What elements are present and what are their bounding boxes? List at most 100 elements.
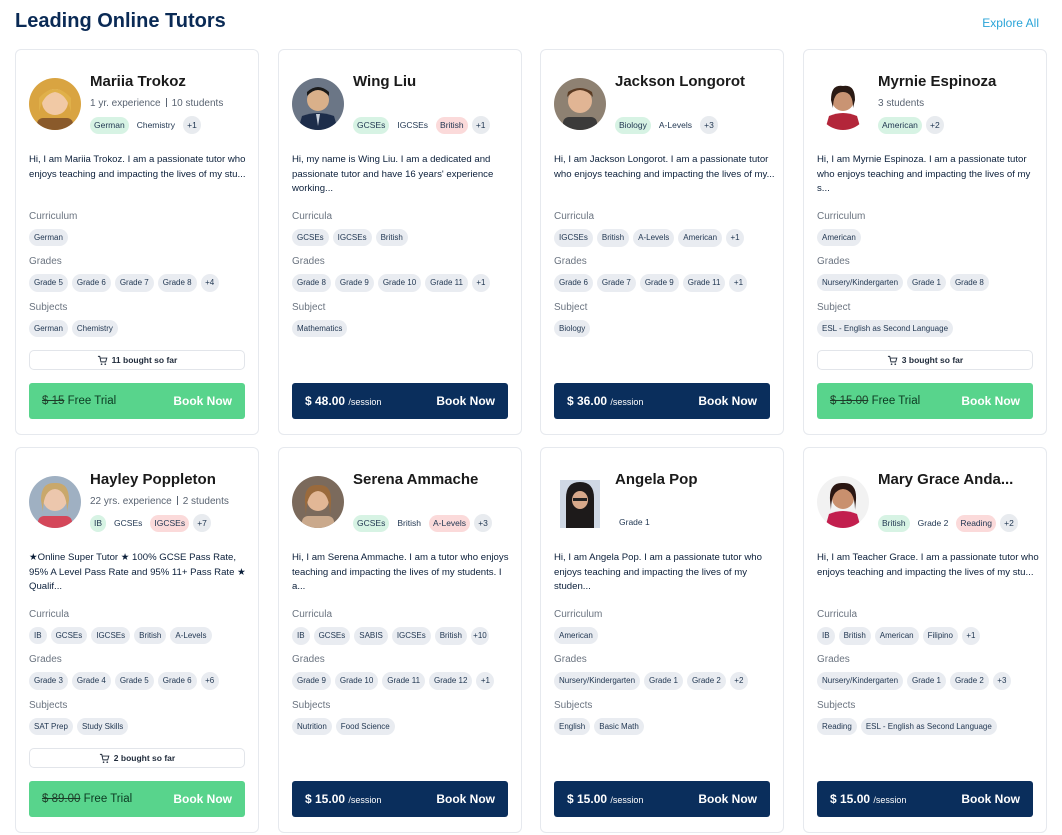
grades-label: Grades (29, 654, 62, 665)
tutor-card[interactable]: Hayley Poppleton 22 yrs. experience 2 stu… (15, 447, 259, 833)
subjects-chips: Biology (554, 320, 591, 337)
more-tags-badge[interactable]: +2 (925, 116, 944, 134)
tutor-card[interactable]: Angela Pop Grade 1 Hi, I am Angela Pop. … (540, 447, 784, 833)
chip: Study Skills (76, 718, 129, 735)
more-tags-badge[interactable]: +1 (182, 116, 201, 134)
curriculum-chips: American (554, 627, 598, 644)
chip: Grade 1 (907, 274, 946, 291)
chip: IGCSEs (391, 627, 431, 645)
free-trial-label: Free Trial (83, 793, 133, 805)
tutor-name[interactable]: Wing Liu (353, 73, 513, 90)
subjects-label: Subject (554, 302, 588, 313)
book-now-button[interactable]: $ 15.00 /session Book Now (292, 781, 508, 817)
avatar (554, 78, 606, 130)
tutor-name[interactable]: Angela Pop (615, 471, 775, 488)
bought-count: 3 bought so far (817, 350, 1033, 370)
chip: A-Levels (170, 627, 212, 644)
top-tags: GCSEs IGCSEs British +1 (353, 116, 490, 134)
chip: IGCSEs (332, 229, 372, 246)
book-now-button[interactable]: $ 15.00 /session Book Now (817, 781, 1033, 817)
page-title: Leading Online Tutors (15, 10, 226, 32)
tag: Grade 2 (917, 517, 949, 528)
tutor-name[interactable]: Serena Ammache (353, 471, 513, 488)
chip: Grade 9 (639, 274, 679, 292)
more-chips-badge[interactable]: +4 (200, 274, 219, 292)
tutor-card[interactable]: Myrnie Espinoza 3 students American +2 H… (803, 49, 1047, 435)
subjects-chips: ESL - English as Second Language (817, 320, 954, 337)
tutor-card[interactable]: Serena Ammache GCSEs British A-Levels +3… (278, 447, 522, 833)
book-now-button[interactable]: $ 15.00 /session Book Now (554, 781, 770, 817)
tag: Chemistry (136, 119, 175, 130)
tutor-name[interactable]: Mariia Trokoz (90, 73, 250, 90)
chip: Nutrition (292, 718, 332, 735)
more-tags-badge[interactable]: +3 (474, 514, 493, 532)
chip: British (838, 627, 871, 645)
top-tags: British Grade 2 Reading +2 (878, 514, 1019, 532)
price-value: $ 48.00 (305, 394, 346, 408)
more-chips-badge[interactable]: +1 (476, 672, 495, 690)
curriculum-label: Curriculum (817, 211, 866, 222)
curriculum-chips: German (29, 229, 68, 246)
top-tags: German Chemistry +1 (90, 116, 201, 134)
more-tags-badge[interactable]: +7 (193, 514, 212, 532)
tutor-bio: Hi, I am Angela Pop. I am a passionate t… (554, 552, 762, 592)
curriculum-chips: IB GCSEs IGCSEs British A-Levels (29, 627, 212, 644)
more-chips-badge[interactable]: +10 (470, 627, 489, 645)
tutor-card[interactable]: Mary Grace Anda... British Grade 2 Readi… (803, 447, 1047, 833)
more-chips-badge[interactable]: +6 (200, 672, 219, 690)
more-tags-badge[interactable]: +2 (1000, 514, 1019, 532)
chip: Chemistry (71, 320, 118, 337)
book-now-label: Book Now (961, 394, 1020, 408)
more-tags-badge[interactable]: +1 (471, 116, 490, 134)
old-price: $ 89.00 (42, 793, 81, 805)
old-price: $ 15 (42, 395, 65, 407)
avatar (29, 476, 81, 528)
per-session-label: /session (873, 795, 907, 805)
tag: IGCSEs (150, 514, 190, 532)
book-now-label: Book Now (698, 394, 757, 408)
per-session-label: /session (610, 795, 644, 805)
book-now-button[interactable]: $ 48.00 /session Book Now (292, 383, 508, 419)
tutor-name[interactable]: Hayley Poppleton (90, 471, 250, 488)
more-chips-badge[interactable]: +3 (992, 672, 1011, 690)
tutor-bio: Hi, I am Mariia Trokoz. I am a passionat… (29, 154, 246, 180)
grades-label: Grades (817, 654, 850, 665)
curriculum-chips: IGCSEs British A-Levels American +1 (554, 229, 745, 247)
chip: Filipino (922, 627, 958, 645)
chip: ESL - English as Second Language (817, 320, 954, 337)
more-chips-badge[interactable]: +1 (726, 229, 745, 247)
more-chips-badge[interactable]: +2 (729, 672, 748, 690)
book-now-button[interactable]: $ 36.00 /session Book Now (554, 383, 770, 419)
chip: British (596, 229, 630, 247)
tutor-name[interactable]: Myrnie Espinoza (878, 73, 1038, 90)
tag: A-Levels (658, 119, 692, 130)
grades-chips: Nursery/Kindergarten Grade 1 Grade 2 +2 (554, 672, 748, 690)
subjects-chips: Mathematics (292, 320, 348, 337)
tutor-bio: Hi, I am Myrnie Espinoza. I am a passion… (817, 154, 1031, 194)
grades-chips: Nursery/Kindergarten Grade 1 Grade 8 (817, 274, 989, 291)
chip: Basic Math (594, 718, 644, 735)
chip: Grade 7 (596, 274, 636, 292)
book-now-button[interactable]: $ 15.00 Free Trial Book Now (817, 383, 1033, 419)
more-chips-badge[interactable]: +1 (961, 627, 980, 645)
explore-all-link[interactable]: Explore All (982, 16, 1039, 30)
chip: Grade 3 (29, 672, 68, 690)
tutor-card[interactable]: Wing Liu GCSEs IGCSEs British +1 Hi, my … (278, 49, 522, 435)
tag: GCSEs (114, 517, 143, 528)
tutor-bio: Hi, I am Teacher Grace. I am a passionat… (817, 552, 1039, 578)
curriculum-label: Curriculum (29, 211, 78, 222)
book-now-button[interactable]: $ 89.00 Free Trial Book Now (29, 781, 245, 817)
tutor-name[interactable]: Jackson Longorot (615, 73, 775, 90)
grades-chips: Grade 5 Grade 6 Grade 7 Grade 8 +4 (29, 274, 219, 292)
more-tags-badge[interactable]: +3 (699, 116, 718, 134)
chip: Grade 2 (949, 672, 989, 690)
more-chips-badge[interactable]: +1 (729, 274, 748, 292)
tag: British (397, 517, 421, 528)
grades-label: Grades (29, 256, 62, 267)
tag: German (90, 116, 129, 134)
book-now-button[interactable]: $ 15 Free Trial Book Now (29, 383, 245, 419)
more-chips-badge[interactable]: +1 (471, 274, 490, 292)
tutor-card[interactable]: Mariia Trokoz 1 yr. experience 10 student… (15, 49, 259, 435)
tutor-card[interactable]: Jackson Longorot Biology A-Levels +3 Hi,… (540, 49, 784, 435)
tutor-name[interactable]: Mary Grace Anda... (878, 471, 1038, 488)
